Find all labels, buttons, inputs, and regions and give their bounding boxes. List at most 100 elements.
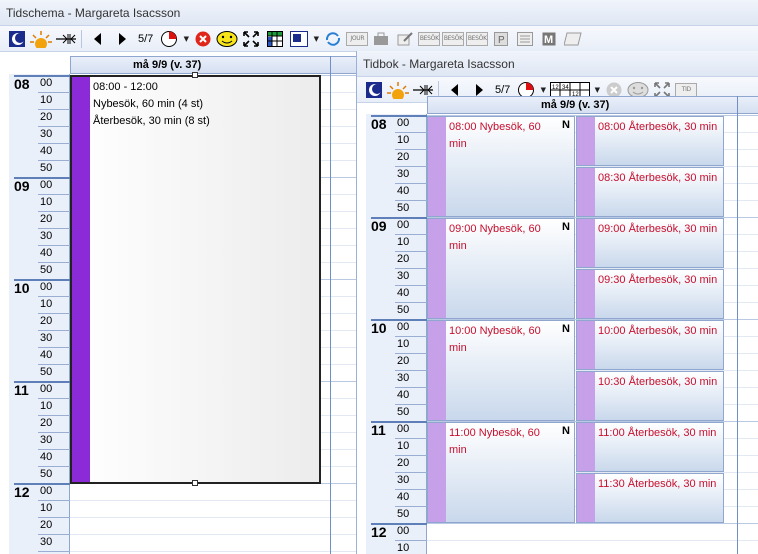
appointment-label: 10:30 Återbesök, 30 min: [598, 376, 718, 388]
appointment-aterbesok[interactable]: 10:30 Återbesök, 30 min: [576, 371, 724, 421]
minute-label: 20: [40, 213, 53, 225]
minute-label: 30: [40, 230, 53, 242]
minute-label: 10: [397, 338, 410, 350]
appointment-label: 11:00 Nybesök, 60 min: [449, 427, 540, 456]
minute-label: 40: [397, 491, 410, 503]
minute-divider: [395, 268, 427, 269]
minute-label: 20: [40, 519, 53, 531]
sun-icon[interactable]: [387, 80, 409, 100]
clock-icon[interactable]: [158, 29, 180, 49]
grid-icon[interactable]: [264, 29, 286, 49]
appointment-bar: [428, 219, 446, 318]
hour-label: 09: [14, 178, 30, 194]
expand-icon[interactable]: [240, 29, 262, 49]
appointment-nybesok[interactable]: 08:00 Nybesök, 60 min N: [427, 116, 575, 217]
journal-icon[interactable]: JOUR: [346, 31, 369, 46]
svg-text:M: M: [544, 34, 553, 46]
edit-icon[interactable]: [394, 29, 416, 49]
appointment-aterbesok[interactable]: 09:00 Återbesök, 30 min: [576, 218, 724, 268]
appointment-aterbesok[interactable]: 08:00 Återbesök, 30 min: [576, 116, 724, 166]
p-icon[interactable]: P: [490, 29, 512, 49]
minute-divider: [38, 228, 70, 229]
minute-divider: [38, 296, 70, 297]
appointment-aterbesok[interactable]: 10:00 Återbesök, 30 min: [576, 320, 724, 370]
day-header[interactable]: må 9/9 (v. 37): [427, 96, 758, 114]
minute-label: 30: [40, 332, 53, 344]
appointment-flag: N: [562, 221, 570, 233]
bag-icon[interactable]: [370, 29, 392, 49]
minute-divider: [395, 285, 427, 286]
fit-width-icon[interactable]: [54, 29, 76, 49]
hour-label: 10: [371, 320, 387, 336]
appointment-aterbesok[interactable]: 08:30 Återbesök, 30 min: [576, 167, 724, 217]
minute-label: 30: [397, 168, 410, 180]
appointment-nybesok[interactable]: 11:00 Nybesök, 60 min N: [427, 422, 575, 523]
tid-icon[interactable]: TID: [675, 82, 698, 97]
smiley-icon[interactable]: [216, 29, 238, 49]
minute-divider: [38, 330, 70, 331]
besok-icon[interactable]: BESÖK: [442, 31, 465, 46]
appointment-bar: [577, 219, 595, 267]
chevron-down-icon[interactable]: ▼: [182, 35, 190, 43]
chevron-down-icon[interactable]: ▼: [539, 86, 547, 94]
hour-label: 11: [14, 382, 29, 398]
sun-icon[interactable]: [30, 29, 52, 49]
minute-divider: [395, 200, 427, 201]
resize-handle-bottom[interactable]: [192, 480, 198, 486]
calendar-moon-icon[interactable]: [363, 80, 385, 100]
schedule-block[interactable]: 08:00 - 12:00 Nybesök, 60 min (4 st) Åte…: [70, 75, 321, 484]
list-icon[interactable]: [514, 29, 536, 49]
schedule-block-bar: [72, 77, 90, 482]
minute-divider: [395, 251, 427, 252]
appointment-aterbesok[interactable]: 11:00 Återbesök, 30 min: [576, 422, 724, 472]
appointment-aterbesok[interactable]: 11:30 Återbesök, 30 min: [576, 473, 724, 523]
cancel-icon[interactable]: [192, 29, 214, 49]
minute-divider: [395, 353, 427, 354]
minute-divider: [38, 92, 70, 93]
minute-label: 00: [397, 321, 410, 333]
appointment-bar: [577, 117, 595, 165]
besok-icon[interactable]: BESÖK: [466, 31, 489, 46]
hour-label: 11: [371, 422, 386, 438]
minute-label: 50: [40, 162, 53, 174]
appointment-nybesok[interactable]: 09:00 Nybesök, 60 min N: [427, 218, 575, 319]
minute-label: 00: [40, 485, 53, 497]
chevron-down-icon[interactable]: ▼: [593, 86, 601, 94]
appointment-bar: [577, 423, 595, 471]
minute-divider: [395, 302, 427, 303]
appointment-nybesok[interactable]: 10:00 Nybesök, 60 min N: [427, 320, 575, 421]
chevron-down-icon[interactable]: ▼: [312, 35, 320, 43]
minute-label: 40: [397, 185, 410, 197]
besok-icon[interactable]: BESÖK: [418, 31, 441, 46]
minute-divider: [395, 183, 427, 184]
appointment-flag: N: [562, 425, 570, 437]
m-icon[interactable]: M: [538, 29, 560, 49]
minute-label: 30: [40, 536, 53, 548]
appointment-bar: [577, 168, 595, 216]
minute-label: 20: [40, 417, 53, 429]
next-icon[interactable]: [111, 29, 133, 49]
report-icon[interactable]: [288, 29, 310, 49]
minute-divider: [395, 370, 427, 371]
minute-label: 00: [397, 117, 410, 129]
minute-divider: [395, 455, 427, 456]
minute-label: 50: [397, 508, 410, 520]
resize-handle-top[interactable]: [192, 72, 198, 78]
appointment-bar: [577, 270, 595, 318]
appointment-aterbesok[interactable]: 09:30 Återbesök, 30 min: [576, 269, 724, 319]
minute-divider: [38, 432, 70, 433]
calendar-moon-icon[interactable]: [6, 29, 28, 49]
refresh-icon[interactable]: [322, 29, 344, 49]
minute-divider: [38, 415, 70, 416]
minute-divider: [395, 472, 427, 473]
minute-label: 10: [397, 542, 410, 554]
minute-label: 10: [40, 94, 53, 106]
minute-label: 30: [397, 474, 410, 486]
minute-divider: [395, 438, 427, 439]
prev-icon[interactable]: [87, 29, 109, 49]
hour-label: 12: [371, 524, 387, 540]
minute-label: 30: [40, 434, 53, 446]
note-icon[interactable]: [562, 29, 584, 49]
appointment-label: 10:00 Nybesök, 60 min: [449, 325, 541, 354]
appointment-label: 09:30 Återbesök, 30 min: [598, 274, 718, 286]
